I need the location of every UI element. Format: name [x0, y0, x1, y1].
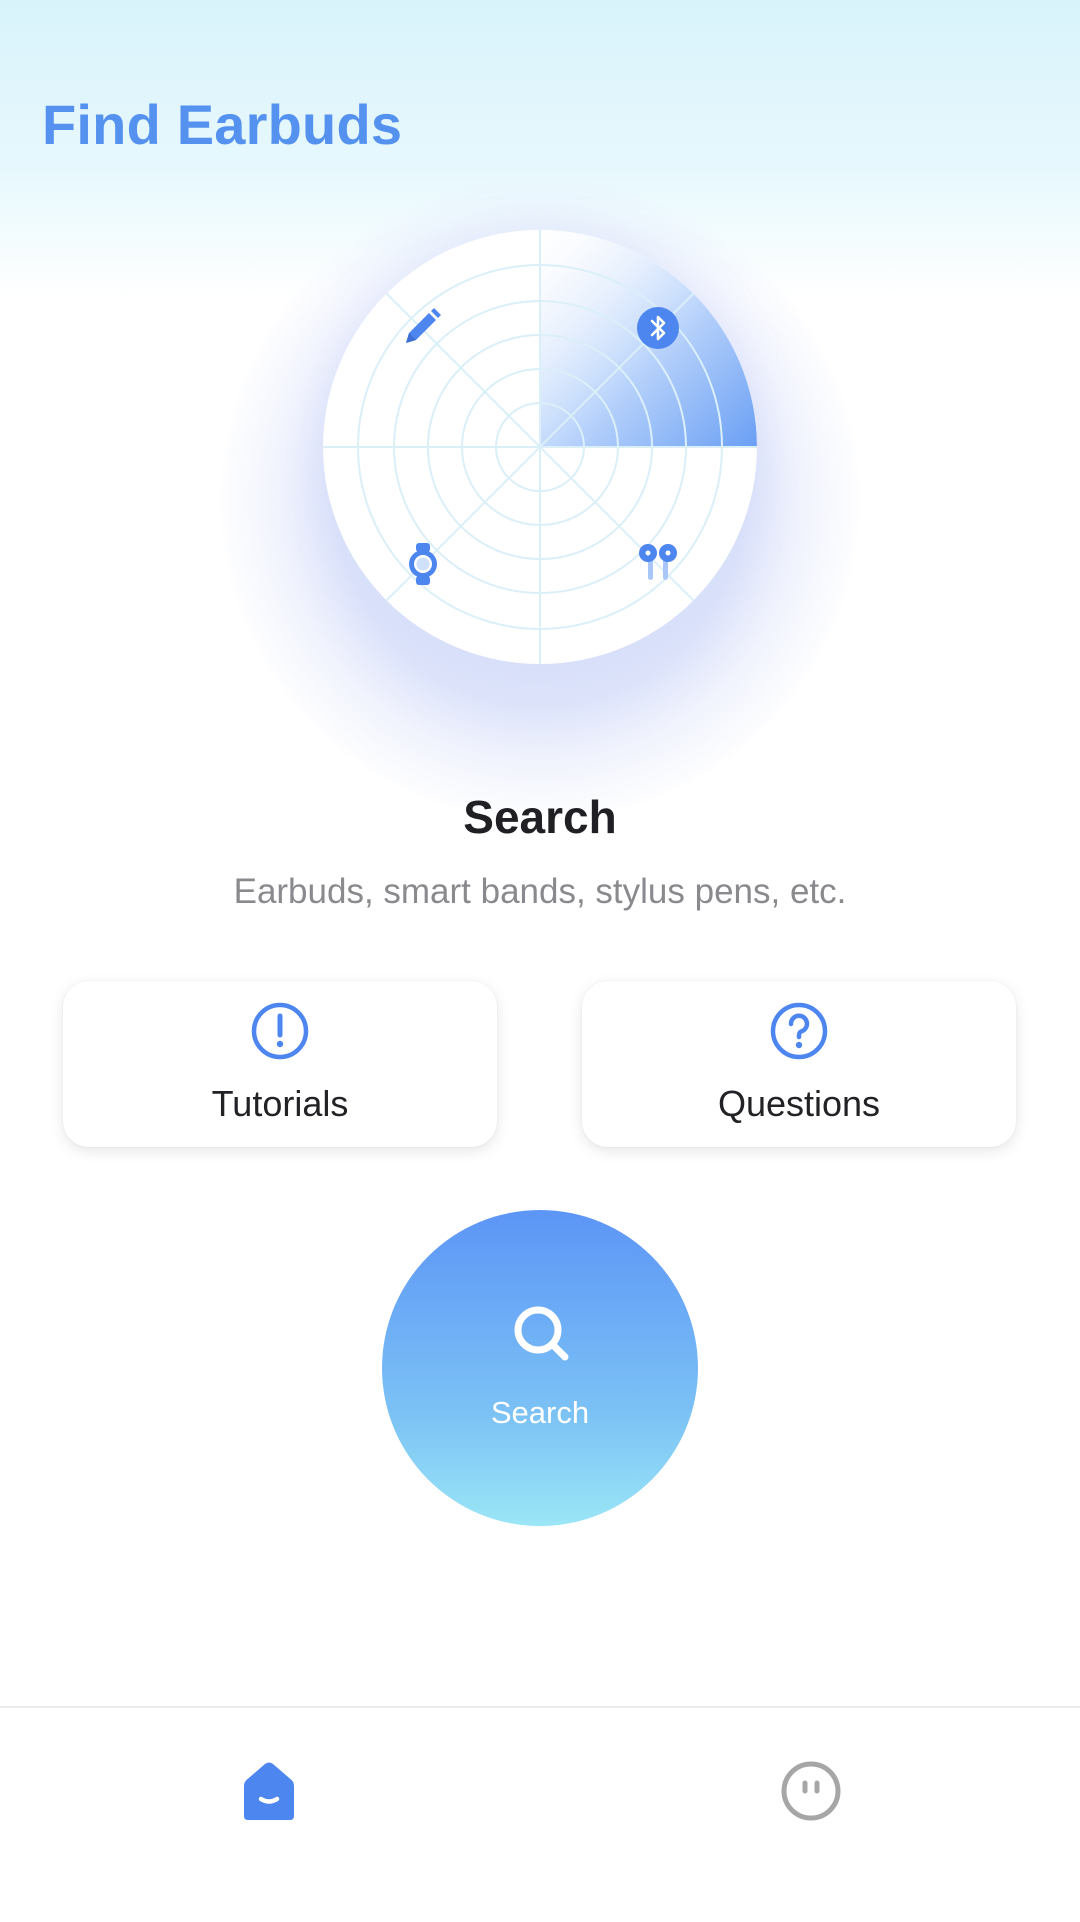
tutorials-card[interactable]: Tutorials — [63, 981, 497, 1147]
search-subtitle: Earbuds, smart bands, stylus pens, etc. — [233, 872, 847, 911]
search-button-label: Search — [490, 1395, 590, 1430]
tutorials-label: Tutorials — [211, 1083, 349, 1124]
nav-profile[interactable] — [776, 1756, 846, 1826]
nav-home[interactable] — [234, 1756, 304, 1826]
radar-scanner — [323, 230, 757, 664]
home-icon — [244, 1762, 294, 1820]
bluetooth-icon — [637, 307, 679, 349]
earbuds-icon — [639, 544, 677, 580]
questions-card[interactable]: Questions — [582, 981, 1016, 1147]
exclamation-circle-icon — [251, 1002, 309, 1060]
profile-icon — [781, 1761, 841, 1821]
question-circle-icon — [770, 1002, 828, 1060]
search-title: Search — [463, 791, 617, 843]
search-button[interactable]: Search — [382, 1210, 698, 1526]
questions-label: Questions — [717, 1083, 881, 1124]
stylus-pen-icon — [406, 308, 441, 343]
page-title: Find Earbuds — [42, 93, 403, 156]
search-icon — [514, 1306, 569, 1361]
smartwatch-icon — [409, 543, 437, 585]
bottom-nav — [0, 1706, 1080, 1922]
